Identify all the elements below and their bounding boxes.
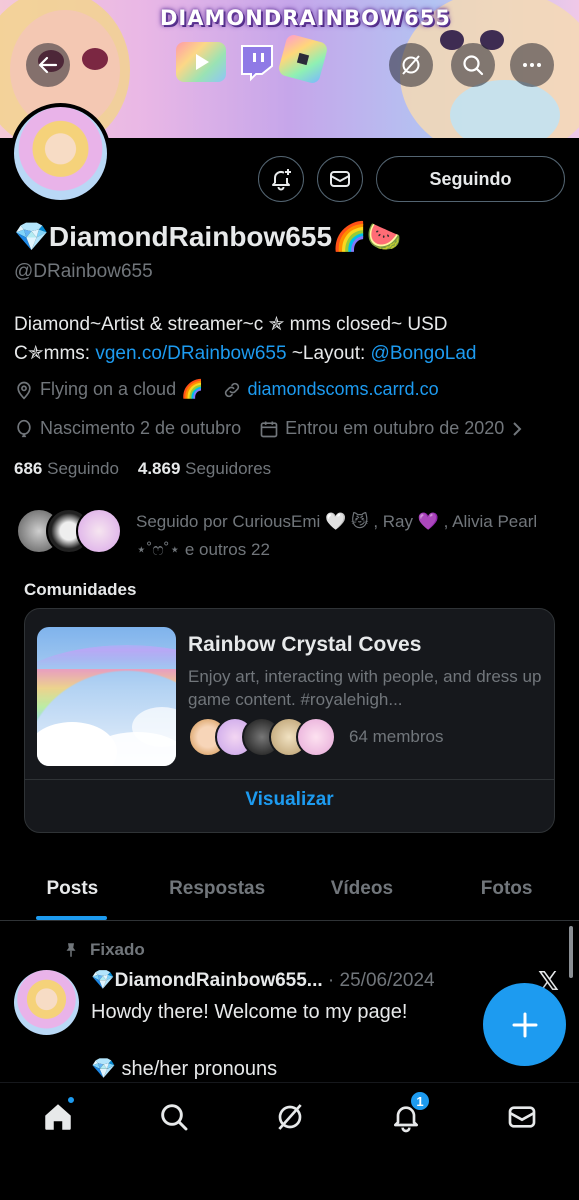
user-handle: @DRainbow655: [14, 261, 153, 282]
back-button[interactable]: [26, 43, 70, 87]
bio-line-2-mid: ~Layout:: [286, 343, 371, 364]
meta-row-1: Flying on a cloud 🌈 diamondscoms.carrd.c…: [14, 379, 457, 400]
nav-messages[interactable]: [500, 1095, 544, 1139]
avatar: [76, 508, 122, 554]
nav-grok[interactable]: [268, 1095, 312, 1139]
post-date[interactable]: 25/06/2024: [340, 970, 435, 991]
members-count: 64 membros: [349, 727, 444, 746]
bio-line-1: Diamond~Artist & streamer~c ✯ mms closed…: [14, 314, 448, 335]
tab-photos[interactable]: Fotos: [434, 865, 579, 920]
pin-icon: [66, 943, 76, 957]
mail-icon: [330, 171, 350, 187]
youtube-icon: [176, 42, 226, 82]
community-members: 64 membros: [188, 717, 443, 757]
display-name: 💎DiamondRainbow655🌈🍉: [14, 221, 402, 252]
post-text-2: 💎 she/her pronouns: [91, 1058, 278, 1080]
community-description: Enjoy art, interacting with people, and …: [188, 667, 542, 709]
home-unread-dot: [66, 1095, 76, 1105]
pinned-indicator: Fixado: [62, 940, 145, 960]
bio-link-mention[interactable]: @BongoLad: [371, 343, 477, 364]
pinned-label: Fixado: [90, 940, 145, 959]
roblox-icon: [277, 33, 329, 85]
notify-button[interactable]: [258, 156, 304, 202]
link-icon: [224, 382, 239, 397]
view-community-button[interactable]: Visualizar: [25, 789, 554, 811]
banner-title: DIAMONDRAINBOW655: [160, 6, 451, 30]
follow-stats: 686 Seguindo 4.869 Seguidores: [14, 459, 271, 479]
message-button[interactable]: [317, 156, 363, 202]
website-link[interactable]: diamondscoms.carrd.co: [248, 379, 439, 400]
compose-button[interactable]: [483, 983, 566, 1066]
profile-tabs: Posts Respostas Vídeos Fotos: [0, 865, 579, 921]
bio: Diamond~Artist & streamer~c ✯ mms closed…: [14, 310, 569, 368]
chevron-right-icon[interactable]: [510, 420, 524, 438]
more-options-button[interactable]: [510, 43, 554, 87]
tab-posts[interactable]: Posts: [0, 865, 145, 920]
meta-row-2: Nascimento 2 de outubro Entrou em outubr…: [14, 418, 524, 439]
home-icon: [45, 1104, 71, 1130]
communities-title: Comunidades: [24, 580, 137, 599]
followers-stat[interactable]: 4.869 Seguidores: [138, 459, 271, 478]
avatar: [296, 717, 336, 757]
nav-search[interactable]: [152, 1095, 196, 1139]
mail-icon: [508, 1106, 536, 1128]
profile-avatar[interactable]: [10, 103, 111, 204]
location-icon: [17, 381, 31, 399]
divider: [25, 779, 554, 780]
post-author[interactable]: 💎DiamondRainbow655...: [91, 970, 323, 991]
post-header: 💎DiamondRainbow655... · 25/06/2024: [91, 968, 435, 992]
twitch-icon: [236, 42, 276, 82]
birthday-text: Nascimento 2 de outubro: [40, 418, 242, 438]
grok-button[interactable]: [389, 43, 433, 87]
joined-text: Entrou em outubro de 2020: [285, 418, 505, 438]
calendar-icon: [260, 421, 278, 437]
bottom-navigation: 1: [0, 1082, 579, 1200]
search-icon: [463, 55, 484, 76]
tab-videos[interactable]: Vídeos: [290, 865, 435, 920]
nav-home[interactable]: [36, 1095, 80, 1139]
search-button[interactable]: [451, 43, 495, 87]
followed-by-row[interactable]: Seguido por CuriousEmi 🤍 😼 , Ray 💜 , Ali…: [16, 508, 556, 564]
nav-notifications[interactable]: 1: [384, 1090, 431, 1139]
bell-plus-icon: [272, 169, 291, 191]
grok-icon: [402, 55, 420, 75]
scrollbar[interactable]: [569, 926, 573, 978]
post-avatar[interactable]: [14, 970, 79, 1035]
location-text: Flying on a cloud 🌈: [40, 379, 204, 399]
plus-icon: [512, 1012, 537, 1037]
post-text: Howdy there! Welcome to my page!: [91, 1001, 408, 1023]
post-separator: ·: [322, 970, 340, 991]
balloon-icon: [17, 419, 31, 437]
search-icon: [161, 1104, 188, 1131]
bio-link-vgen[interactable]: vgen.co/DRainbow655: [95, 343, 286, 364]
bio-line-2-prefix: C✯mms:: [14, 343, 96, 364]
community-image: [37, 627, 176, 766]
followed-by-text: Seguido por CuriousEmi 🤍 😼 , Ray 💜 , Ali…: [136, 512, 538, 559]
following-button[interactable]: Seguindo: [376, 156, 565, 202]
grok-icon: [278, 1104, 302, 1130]
following-stat[interactable]: 686 Seguindo: [14, 459, 119, 478]
community-card[interactable]: Rainbow Crystal Coves Enjoy art, interac…: [24, 608, 555, 833]
arrow-left-icon: [38, 56, 58, 74]
more-horizontal-icon: [523, 63, 541, 67]
notifications-badge: 1: [409, 1090, 431, 1112]
tab-replies[interactable]: Respostas: [145, 865, 290, 920]
community-name: Rainbow Crystal Coves: [188, 633, 422, 656]
